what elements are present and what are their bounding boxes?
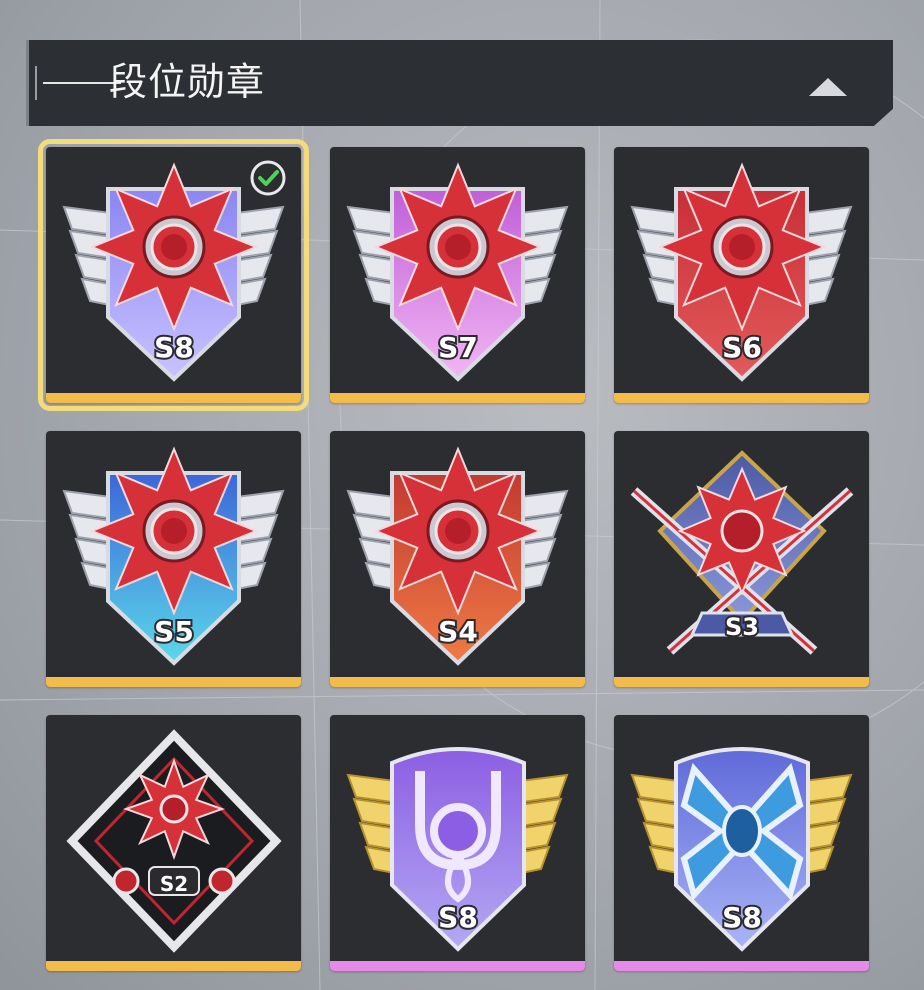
medal-label: S4 — [438, 615, 478, 648]
medal-label: S7 — [438, 331, 478, 364]
medal-label: S8 — [438, 901, 478, 934]
rarity-bar — [614, 961, 869, 971]
medal-grid: S8 S7 S6 S5 S4 S3 S2 S8 S8 — [0, 0, 924, 990]
medal-card-6[interactable]: S3 — [614, 431, 869, 687]
medal-emblem-icon: S3 — [630, 450, 854, 655]
medal-emblem-icon: S2 — [66, 729, 282, 953]
medal-card-7[interactable]: S2 — [46, 715, 301, 971]
rarity-bar — [330, 677, 585, 687]
medal-label: S2 — [160, 872, 188, 896]
medal-emblem-icon: S6 — [630, 162, 853, 382]
selected-check-icon — [250, 160, 286, 196]
rarity-bar — [330, 961, 585, 971]
rarity-bar — [46, 677, 301, 687]
medal-label: S6 — [722, 331, 762, 364]
medal-card-3[interactable]: S6 — [614, 147, 869, 403]
medal-emblem-icon: S7 — [346, 162, 569, 382]
medal-card-2[interactable]: S7 — [330, 147, 585, 403]
medal-label: S5 — [154, 615, 194, 648]
medal-card-8[interactable]: S8 — [330, 715, 585, 971]
medal-card-5[interactable]: S4 — [330, 431, 585, 687]
rarity-bar — [614, 677, 869, 687]
medal-emblem-icon: S8 — [346, 747, 569, 952]
rarity-bar — [614, 393, 869, 403]
medal-label: S3 — [725, 613, 759, 641]
medal-card-1[interactable]: S8 — [38, 139, 309, 411]
medal-emblem-icon: S8 — [630, 747, 853, 952]
medal-label: S8 — [154, 331, 194, 364]
rarity-bar — [330, 393, 585, 403]
medal-card-9[interactable]: S8 — [614, 715, 869, 971]
medal-emblem-icon: S5 — [62, 446, 285, 666]
medal-emblem-icon: S4 — [346, 446, 569, 666]
medal-card-4[interactable]: S5 — [46, 431, 301, 687]
rarity-bar — [46, 961, 301, 971]
medal-label: S8 — [722, 901, 762, 934]
rarity-bar — [46, 393, 301, 403]
